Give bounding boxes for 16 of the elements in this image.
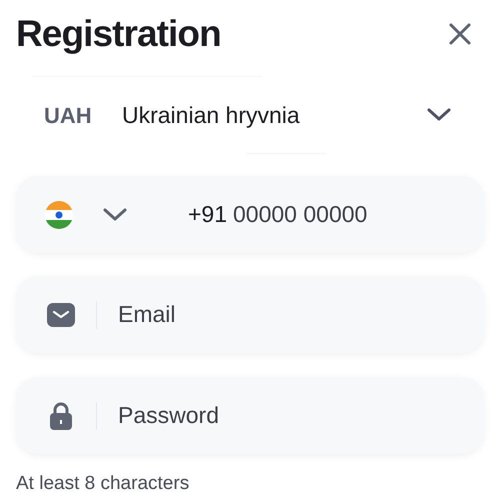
phone-prefix: +91 (188, 200, 228, 230)
page-title: Registration (16, 12, 221, 56)
phone-field[interactable]: +91 00000 00000 (16, 176, 484, 253)
envelope-icon (46, 302, 76, 328)
close-icon (448, 22, 472, 46)
password-input[interactable]: Password (118, 398, 468, 433)
currency-dropdown[interactable]: UAH Ukrainian hryvnia (16, 77, 484, 153)
hint-text: At least 8 characters (16, 472, 190, 496)
chevron-down-icon[interactable] (102, 206, 128, 222)
phone-input[interactable]: 00000 00000 (233, 197, 468, 232)
flag-icon (44, 200, 74, 230)
padlock-icon (48, 400, 74, 430)
password-field[interactable]: Password (16, 377, 484, 454)
email-input[interactable]: Email (118, 297, 468, 332)
email-field[interactable]: Email (16, 276, 484, 353)
chevron-down-icon (426, 107, 452, 123)
